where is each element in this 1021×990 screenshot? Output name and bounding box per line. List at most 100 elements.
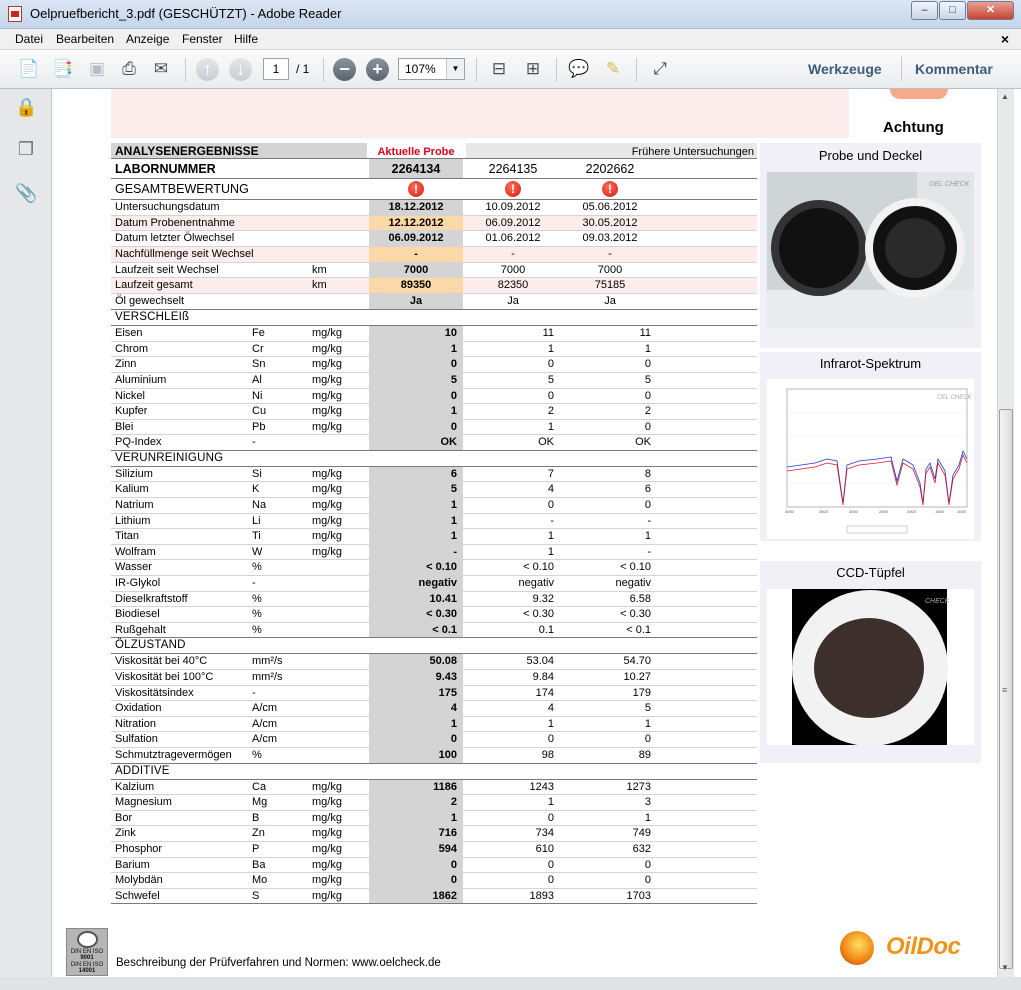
zoom-in-icon[interactable]: + [366, 58, 389, 81]
close-document-button[interactable]: × [1001, 31, 1009, 47]
zoom-out-icon[interactable]: − [333, 58, 356, 81]
sample-photo-panel: Probe und Deckel OEL CHECK [760, 143, 981, 348]
table-row: Blei Pb mg/kg 0 1 0 [111, 419, 757, 436]
current-value: 50.08 [429, 655, 457, 668]
previous-tests-label: Frühere Untersuchungen [631, 146, 754, 158]
vertical-scrollbar[interactable]: ▲ ≡ ▼ [997, 89, 1014, 977]
table-row: Eisen Fe mg/kg 10 11 11 [111, 326, 757, 342]
table-row: Wasser% < 0.10 < 0.10 < 0.10 [111, 560, 757, 577]
current-value: 716 [438, 827, 457, 840]
page-number-input[interactable]: 1 [263, 58, 289, 80]
minimize-button[interactable]: – [911, 1, 938, 20]
current-value: 10.41 [429, 592, 457, 605]
fullscreen-icon[interactable]: ⤢ [647, 57, 673, 81]
previous-2-value: negativ [615, 577, 651, 590]
current-value: 1 [450, 530, 457, 543]
parameter-unit: mg/kg [312, 811, 342, 824]
previous-1-value: 610 [535, 842, 554, 855]
toolbar: 📄 📑 ▣ ⎙ ✉ ↑ ↓ 1 / 1 − + 107% ▼ ⊟ ⊞ 💬 ✎ ⤢… [0, 50, 1021, 89]
previous-1-value: 0 [547, 858, 554, 871]
svg-text:4000: 4000 [785, 509, 795, 514]
werkzeuge-link[interactable]: Werkzeuge [808, 61, 882, 77]
previous-1-value: 1 [547, 545, 554, 558]
fit-page-icon[interactable]: ⊟ [486, 57, 512, 81]
kommentar-link[interactable]: Kommentar [915, 61, 993, 77]
maximize-button[interactable]: □ [939, 1, 966, 20]
ir-spectrum-title: Infrarot-Spektrum [819, 356, 922, 371]
previous-page-icon[interactable]: ↑ [196, 58, 219, 81]
info-current-value: 89350 [400, 279, 432, 292]
export-pdf-icon[interactable]: 📑 [50, 57, 76, 81]
parameter-name: Kalium [115, 483, 149, 496]
menu-bearbeiten[interactable]: Bearbeiten [56, 32, 114, 46]
zoom-select[interactable]: 107% ▼ [398, 58, 465, 80]
parameter-name: Wasser [115, 561, 152, 574]
menu-anzeige[interactable]: Anzeige [126, 32, 169, 46]
table-row: Biodiesel% < 0.30 < 0.30 < 0.30 [111, 607, 757, 623]
fit-width-icon[interactable]: ⊞ [520, 57, 546, 81]
scroll-down-icon[interactable]: ▼ [1001, 963, 1009, 972]
previous-1-value: 0.1 [538, 623, 554, 636]
pdf-file-icon [8, 6, 22, 22]
parameter-symbol: % [252, 623, 262, 636]
email-icon[interactable]: ✉ [148, 57, 174, 81]
parameter-symbol: A/cm [252, 702, 278, 715]
status-edge [0, 977, 1021, 990]
table-row: Kalzium Ca mg/kg 1186 1243 1273 [111, 779, 757, 796]
scroll-up-icon[interactable]: ▲ [1001, 92, 1009, 101]
previous-1-value: 9.32 [532, 592, 554, 605]
menu-hilfe[interactable]: Hilfe [234, 32, 258, 46]
table-row: Rußgehalt% < 0.1 0.1 < 0.1 [111, 622, 757, 639]
previous-2-value: 89 [638, 748, 651, 761]
previous-2-value: 2 [644, 405, 651, 418]
close-window-button[interactable]: ✕ [967, 1, 1014, 20]
parameter-unit: mg/kg [312, 796, 342, 809]
table-row: Kalium Kmg/kg 5 4 6 [111, 482, 757, 499]
current-value: 1 [450, 717, 457, 730]
parameter-symbol: Fe [252, 327, 265, 340]
current-value: 100 [438, 748, 457, 761]
parameter-name: Barium [115, 858, 150, 871]
previous-1-value: - [550, 514, 554, 527]
next-page-icon[interactable]: ↓ [229, 58, 252, 81]
svg-text:OEL CHECK: OEL CHECK [929, 181, 970, 188]
parameter-symbol: Mg [252, 796, 268, 809]
attachment-icon[interactable]: 📎 [15, 183, 37, 205]
table-row: Schmutztragevermögen% 100 98 89 [111, 747, 757, 764]
parameter-name: Dieselkraftstoff [115, 592, 188, 605]
table-row: Lithium Li mg/kg 1 - - [111, 513, 757, 530]
table-row: Titan Ti mg/kg 1 1 1 [111, 529, 757, 545]
pages-icon[interactable]: ❐ [15, 139, 37, 161]
info-previous-2-value: 7000 [597, 263, 623, 276]
lock-icon[interactable]: 🔒 [15, 97, 37, 119]
save-icon[interactable]: ▣ [84, 57, 110, 81]
parameter-name: Nitration [115, 717, 156, 730]
parameter-symbol: % [252, 561, 262, 574]
parameter-symbol: Al [252, 373, 262, 386]
results-table: ANALYSENERGEBNISSE Aktuelle Probe Früher… [111, 143, 757, 905]
previous-1-value: 1243 [529, 780, 554, 793]
previous-2-value: 0 [644, 733, 651, 746]
previous-2-value: 54.70 [623, 655, 651, 668]
current-value: 594 [438, 842, 457, 855]
ir-spectrum-panel: Infrarot-Spektrum OEL CHECK 4000 3500 3000… [760, 352, 981, 541]
parameter-name: Nickel [115, 389, 145, 402]
create-pdf-icon[interactable]: 📄 [16, 57, 42, 81]
info-label: Datum letzter Ölwechsel [115, 232, 235, 245]
overall-rating-row: GESAMTBEWERTUNG ! ! ! [111, 179, 757, 200]
info-previous-1-value: 06.09.2012 [485, 216, 541, 229]
svg-text:1000: 1000 [957, 509, 967, 514]
previous-2-value: 6 [644, 483, 651, 496]
parameter-symbol: Zn [252, 827, 265, 840]
comment-icon[interactable]: 💬 [566, 57, 592, 81]
chevron-down-icon[interactable]: ▼ [446, 59, 464, 79]
warning-icon-previous-1: ! [505, 181, 521, 197]
sign-icon[interactable]: ✎ [600, 57, 626, 81]
menu-fenster[interactable]: Fenster [182, 32, 223, 46]
table-row: Molybdän Mo mg/kg 0 0 0 [111, 873, 757, 889]
parameter-name: Zink [115, 827, 136, 840]
warning-icon-previous-2: ! [602, 181, 618, 197]
menu-datei[interactable]: Datei [15, 32, 43, 46]
print-icon[interactable]: ⎙ [116, 57, 142, 81]
previous-1-value: 53.04 [526, 655, 554, 668]
